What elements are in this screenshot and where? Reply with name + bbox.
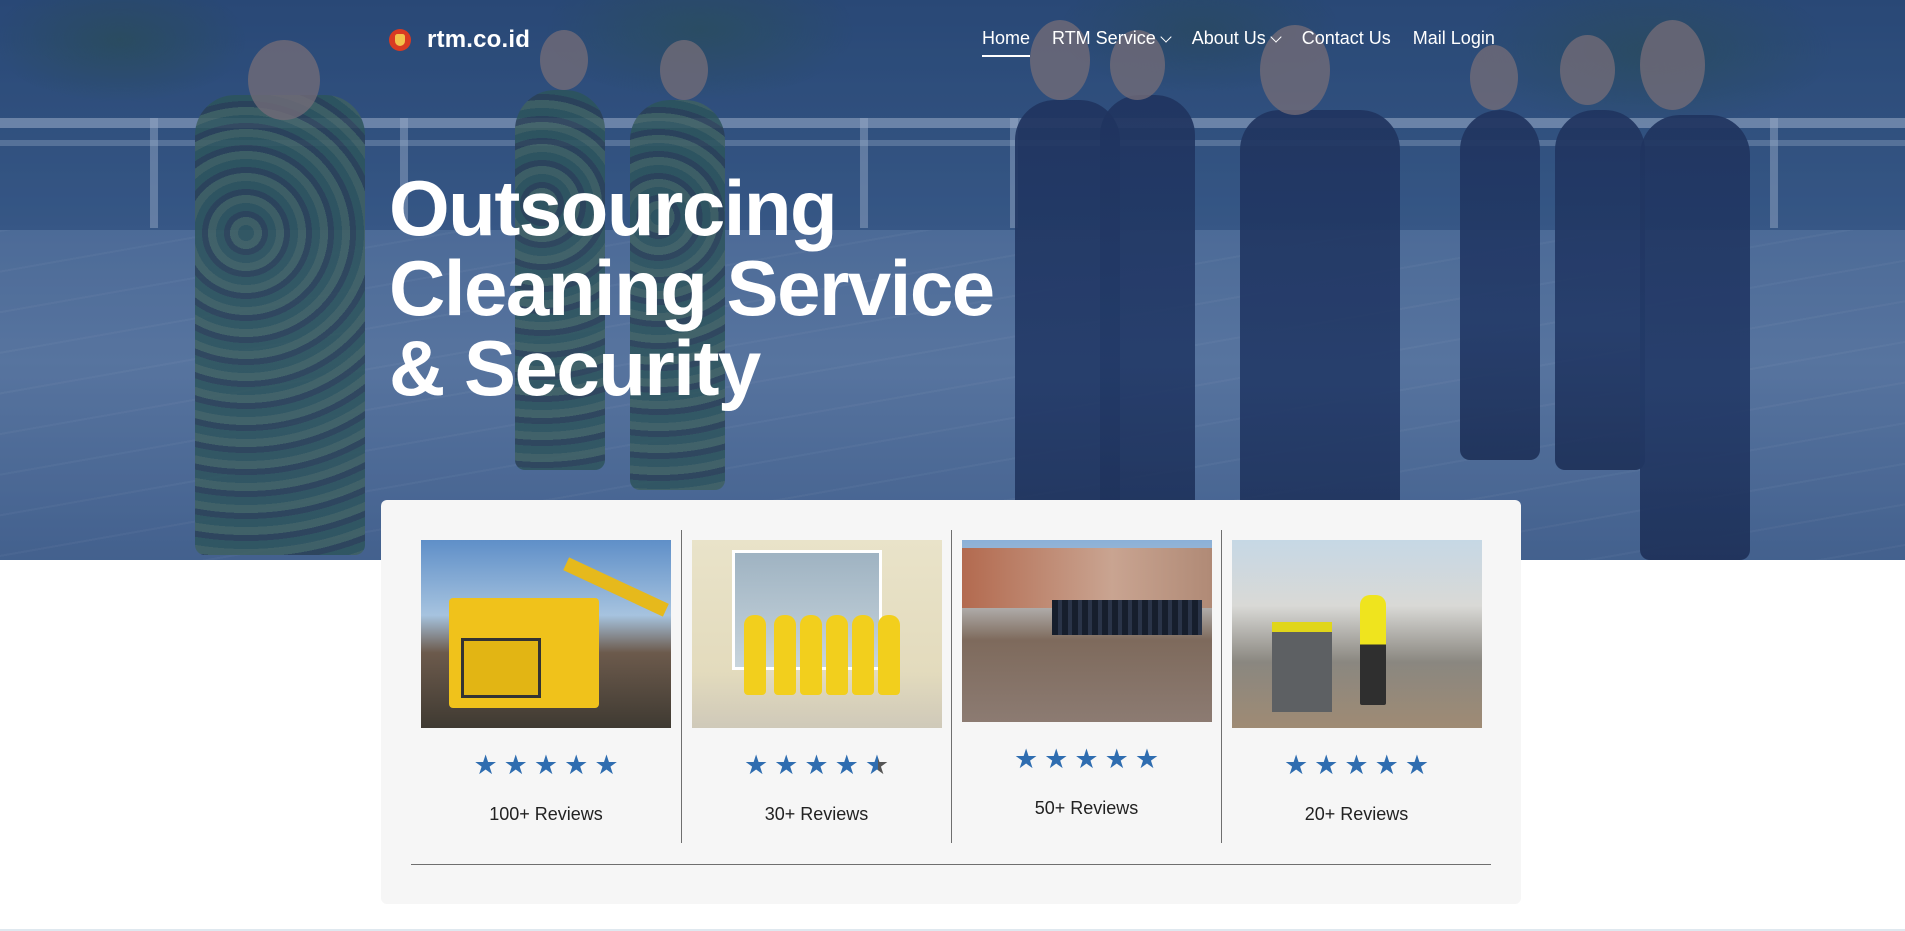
chevron-down-icon bbox=[1160, 31, 1172, 43]
star-icon: ★ bbox=[533, 750, 559, 780]
star-icon: ★ bbox=[804, 750, 829, 780]
nav-label: RTM Service bbox=[1052, 28, 1156, 48]
star-icon: ★ bbox=[1404, 750, 1430, 780]
staff-figure bbox=[878, 615, 900, 695]
building bbox=[962, 548, 1212, 608]
chevron-down-icon bbox=[1270, 31, 1282, 43]
security-team-photo[interactable] bbox=[962, 540, 1212, 722]
star-icon: ★ bbox=[564, 750, 589, 780]
top-navigation: rtm.co.id Home RTM Service About Us Cont… bbox=[0, 0, 1905, 80]
service-tile: ★ ★ ★ ★ ★ 50+ Reviews bbox=[951, 530, 1221, 843]
staff-figure bbox=[800, 615, 822, 695]
star-icon: ★ bbox=[594, 750, 619, 780]
service-tile: ★ ★ ★ ★ ★ 30+ Reviews bbox=[681, 530, 951, 843]
star-icon: ★ bbox=[473, 750, 498, 780]
staff-figure bbox=[744, 615, 766, 695]
star-icon: ★ bbox=[1044, 744, 1069, 774]
nav-item-rtm-service[interactable]: RTM Service bbox=[1052, 28, 1172, 55]
hero-headline: Outsourcing Cleaning Service & Security bbox=[389, 164, 995, 412]
services-card: ★ ★ ★ ★ ★ 100+ Reviews ★ ★ ★ ★ ★ 30+ Reviews ★ ★ ★… bbox=[381, 500, 1521, 904]
star-icon: ★ bbox=[1344, 750, 1369, 780]
star-icon: ★ bbox=[1013, 744, 1039, 774]
truck-cab bbox=[461, 638, 541, 698]
rating-stars: ★ ★ ★ ★ ★ bbox=[682, 752, 951, 779]
headline-line: Outsourcing bbox=[389, 164, 838, 252]
nav-label: About Us bbox=[1191, 28, 1266, 48]
nav-item-mail-login[interactable]: Mail Login bbox=[1413, 28, 1495, 55]
review-count[interactable]: 20+ Reviews bbox=[1222, 804, 1491, 825]
guard-crowd bbox=[1052, 600, 1202, 635]
star-icon: ★ bbox=[774, 750, 799, 780]
rating-stars: ★ ★ ★ ★ ★ bbox=[952, 746, 1221, 773]
site-logo[interactable]: rtm.co.id bbox=[389, 26, 530, 54]
rating-stars: ★ ★ ★ ★ ★ bbox=[1222, 752, 1491, 779]
site-name: rtm.co.id bbox=[427, 26, 531, 53]
star-icon: ★ bbox=[1074, 744, 1099, 774]
headline-line: Cleaning Service bbox=[389, 244, 995, 332]
rating-stars: ★ ★ ★ ★ ★ bbox=[411, 752, 681, 779]
logo-icon bbox=[389, 29, 411, 51]
star-icon: ★ bbox=[503, 750, 528, 780]
service-tiles: ★ ★ ★ ★ ★ 100+ Reviews ★ ★ ★ ★ ★ 30+ Reviews ★ ★ ★… bbox=[411, 530, 1491, 843]
star-icon: ★ bbox=[1283, 750, 1309, 780]
star-icon: ★ bbox=[743, 750, 769, 780]
main-menu: Home RTM Service About Us Contact Us Mai… bbox=[982, 28, 1495, 57]
trash-bin bbox=[1272, 622, 1332, 712]
service-tile: ★ ★ ★ ★ ★ 100+ Reviews bbox=[411, 530, 681, 843]
cleaner-figure bbox=[1360, 595, 1386, 705]
star-icon: ★ bbox=[1134, 744, 1160, 774]
nav-item-home[interactable]: Home bbox=[982, 28, 1031, 57]
staff-figure bbox=[774, 615, 796, 695]
dump-truck-photo[interactable] bbox=[421, 540, 671, 728]
star-icon: ★ bbox=[1314, 750, 1339, 780]
review-count[interactable]: 100+ Reviews bbox=[411, 804, 681, 825]
nav-item-about-us[interactable]: About Us bbox=[1191, 28, 1282, 55]
nav-label: Contact Us bbox=[1301, 28, 1391, 48]
card-divider bbox=[411, 864, 1491, 865]
star-icon: ★ bbox=[1104, 744, 1129, 774]
star-icon: ★ bbox=[864, 750, 890, 780]
review-count[interactable]: 30+ Reviews bbox=[682, 804, 951, 825]
staff-figure bbox=[826, 615, 848, 695]
headline-line: & Security bbox=[389, 324, 761, 412]
cleaning-staff-photo[interactable] bbox=[692, 540, 942, 728]
staff-figure bbox=[852, 615, 874, 695]
star-icon: ★ bbox=[834, 750, 859, 780]
nav-label: Home bbox=[982, 28, 1031, 48]
star-icon: ★ bbox=[1374, 750, 1399, 780]
service-tile: ★ ★ ★ ★ ★ 20+ Reviews bbox=[1221, 530, 1491, 843]
nav-label: Mail Login bbox=[1412, 28, 1495, 48]
street-cleaner-photo[interactable] bbox=[1232, 540, 1482, 728]
nav-item-contact-us[interactable]: Contact Us bbox=[1302, 28, 1391, 55]
review-count[interactable]: 50+ Reviews bbox=[952, 798, 1221, 819]
